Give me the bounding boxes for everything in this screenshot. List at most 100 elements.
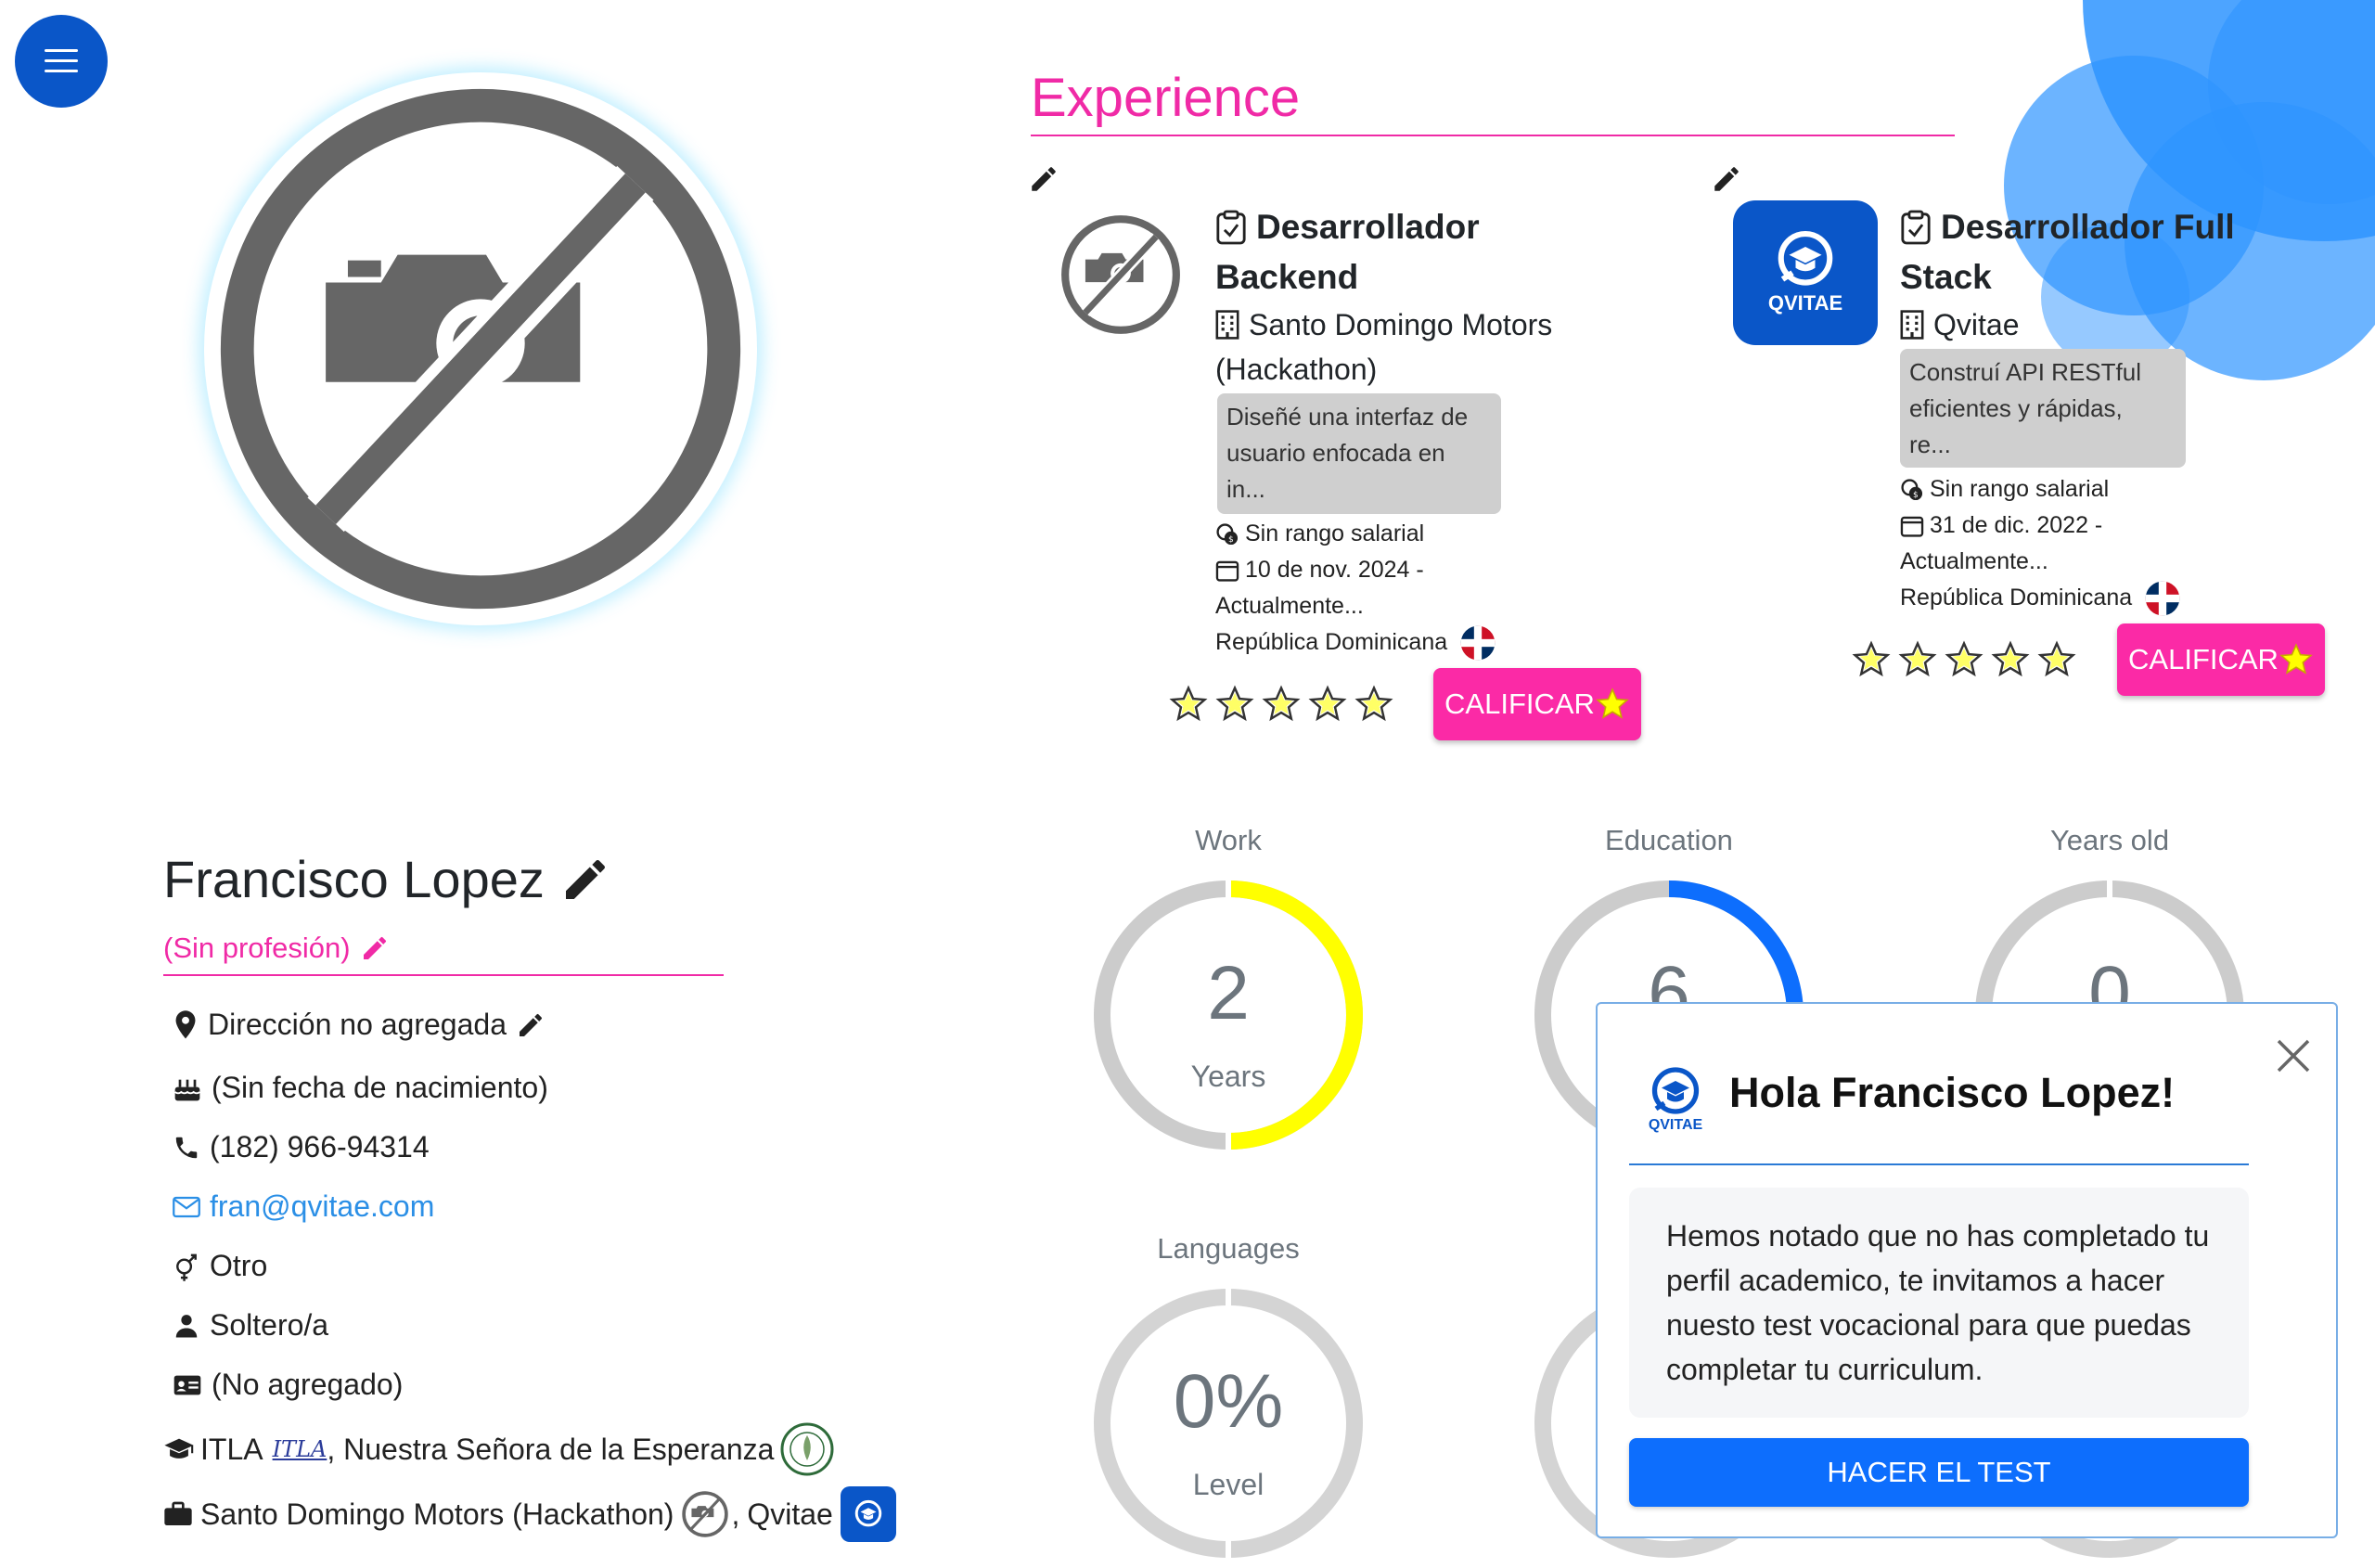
desc-line: Diseñé una interfaz de bbox=[1226, 403, 1469, 431]
experience-2-country: República Dominicana bbox=[1900, 585, 2133, 610]
building-icon bbox=[1900, 310, 1924, 340]
experience-1-date-line1: 10 de nov. 2024 - bbox=[1245, 557, 1424, 583]
modal-message: Hemos notado que no has completado tu pe… bbox=[1629, 1188, 2249, 1418]
work-stat-value: 2 bbox=[1207, 951, 1250, 1035]
education-2-text: , Nuestra Señora de la Esperanza bbox=[327, 1432, 775, 1466]
experience-2-title-line1: Desarrollador Full bbox=[1941, 208, 2235, 246]
clipboard-check-icon bbox=[1216, 210, 1246, 245]
star-icon[interactable] bbox=[1262, 685, 1301, 724]
take-test-button[interactable]: HACER EL TEST bbox=[1629, 1438, 2249, 1507]
education-row: ITLA ITLA , Nuestra Señora de la Esperan… bbox=[163, 1421, 835, 1477]
edit-profession-pencil-icon[interactable] bbox=[360, 933, 390, 963]
experience-1-title-line1: Desarrollador bbox=[1256, 208, 1480, 246]
experience-1-date-line2: Actualmente... bbox=[1215, 593, 1364, 619]
profile-avatar[interactable] bbox=[204, 72, 757, 625]
languages-stat-label: Languages bbox=[1157, 1232, 1300, 1265]
experience-2-description: Construí API RESTful eficientes y rápida… bbox=[1900, 349, 2186, 468]
modal-divider bbox=[1629, 1163, 2249, 1165]
phone-row: (182) 966-94314 bbox=[173, 1130, 430, 1164]
star-filled-icon bbox=[1596, 688, 1629, 719]
close-button[interactable] bbox=[2275, 1037, 2312, 1074]
profession-divider bbox=[163, 974, 724, 976]
calendar-icon bbox=[1215, 560, 1239, 582]
star-icon[interactable] bbox=[2037, 640, 2076, 679]
desc-line: usuario enfocada en bbox=[1226, 439, 1445, 467]
coins-icon: $ bbox=[1216, 522, 1239, 545]
modal-title: Hola Francisco Lopez! bbox=[1729, 1069, 2176, 1116]
cake-icon bbox=[174, 1079, 200, 1100]
no-camera-icon bbox=[220, 88, 741, 610]
coins-icon: $ bbox=[1901, 478, 1923, 500]
desc-line: re... bbox=[1909, 431, 1951, 458]
age-stat-label: Years old bbox=[2049, 824, 2170, 856]
address-text: Dirección no agregada bbox=[208, 1008, 507, 1041]
svg-text:$: $ bbox=[1228, 534, 1234, 544]
no-camera-icon bbox=[682, 1491, 729, 1537]
star-icon[interactable] bbox=[1898, 640, 1937, 679]
qvitae-logo-small bbox=[840, 1486, 896, 1542]
graduation-cap-icon bbox=[164, 1438, 194, 1459]
close-icon bbox=[2277, 1039, 2310, 1073]
building-icon bbox=[1215, 310, 1239, 340]
profession-row: (Sin profesión) bbox=[163, 932, 390, 965]
experience-1-title-line2: Backend bbox=[1215, 258, 1359, 296]
calendar-icon bbox=[1900, 516, 1924, 537]
work-stat-label: Work bbox=[1195, 824, 1262, 856]
gender-text: Otro bbox=[210, 1249, 268, 1282]
school-seal-icon bbox=[780, 1422, 834, 1476]
star-icon[interactable] bbox=[1215, 685, 1254, 724]
qvitae-logo-icon bbox=[1651, 1067, 1700, 1114]
envelope-icon bbox=[173, 1196, 200, 1217]
marital-row: Soltero/a bbox=[173, 1308, 328, 1343]
work-separator: , bbox=[731, 1497, 740, 1531]
edit-experience-2-button[interactable] bbox=[1711, 163, 1742, 195]
experience-2-company: Qvitae bbox=[1900, 302, 2019, 347]
work-stat-unit: Years bbox=[1190, 1060, 1266, 1093]
edit-experience-1-button[interactable] bbox=[1028, 163, 1059, 195]
modal-logo: QVITAE bbox=[1642, 1067, 1709, 1134]
birth-row: (Sin fecha de nacimiento) bbox=[173, 1071, 548, 1105]
star-icon[interactable] bbox=[1169, 685, 1208, 724]
desc-line: eficientes y rápidas, bbox=[1909, 394, 2123, 422]
phone-text: (182) 966-94314 bbox=[210, 1130, 430, 1163]
star-icon[interactable] bbox=[1852, 640, 1891, 679]
gender-row: Otro bbox=[173, 1249, 267, 1283]
experience-1-salary: Sin rango salarial bbox=[1245, 521, 1425, 546]
graduation-cap-icon bbox=[1778, 230, 1833, 286]
id-card-icon bbox=[173, 1375, 201, 1394]
experience-2-company-line1: Qvitae bbox=[1933, 308, 2020, 341]
menu-button[interactable] bbox=[15, 15, 108, 108]
birth-text: (Sin fecha de nacimiento) bbox=[212, 1071, 548, 1104]
experience-2-title-line2: Stack bbox=[1900, 258, 1992, 296]
star-filled-icon bbox=[2279, 643, 2313, 675]
experience-1-company-line2: (Hackathon) bbox=[1215, 353, 1378, 386]
star-icon[interactable] bbox=[1308, 685, 1347, 724]
rate-button-label: CALIFICAR bbox=[2128, 643, 2279, 675]
experience-1-rating-stars[interactable] bbox=[1169, 685, 1393, 724]
document-text: (No agregado) bbox=[212, 1368, 404, 1401]
experience-1-title: Desarrollador Backend bbox=[1215, 202, 1549, 302]
edit-address-pencil-icon[interactable] bbox=[516, 1010, 546, 1040]
education-stat-label: Education bbox=[1605, 824, 1733, 856]
experience-1-country: República Dominicana bbox=[1215, 629, 1448, 655]
svg-text:$: $ bbox=[1913, 490, 1919, 499]
itla-logo: ITLA bbox=[272, 1436, 327, 1462]
experience-1-company-line1: Santo Domingo Motors bbox=[1249, 308, 1553, 341]
star-icon[interactable] bbox=[1354, 685, 1393, 724]
experience-2-rating-stars[interactable] bbox=[1852, 640, 2076, 679]
experience-title: Experience bbox=[1031, 68, 1301, 128]
address-row: Dirección no agregada bbox=[173, 1008, 546, 1042]
email-row: fran@qvitae.com bbox=[173, 1189, 434, 1224]
experience-2-date-line1: 31 de dic. 2022 - bbox=[1930, 512, 2103, 538]
star-icon[interactable] bbox=[1991, 640, 2030, 679]
rate-experience-2-button[interactable]: CALIFICAR bbox=[2117, 623, 2325, 696]
desc-line: Construí API RESTful bbox=[1909, 358, 2141, 386]
rate-experience-1-button[interactable]: CALIFICAR bbox=[1433, 668, 1641, 740]
work-2-text: Qvitae bbox=[747, 1497, 833, 1531]
experience-1-description: Diseñé una interfaz de usuario enfocada … bbox=[1217, 393, 1501, 514]
experience-2-salary: Sin rango salarial bbox=[1930, 476, 2110, 502]
edit-name-pencil-icon[interactable] bbox=[559, 854, 611, 906]
email-link[interactable]: fran@qvitae.com bbox=[210, 1189, 434, 1224]
star-icon[interactable] bbox=[1945, 640, 1983, 679]
graduation-cap-icon bbox=[854, 1499, 882, 1527]
